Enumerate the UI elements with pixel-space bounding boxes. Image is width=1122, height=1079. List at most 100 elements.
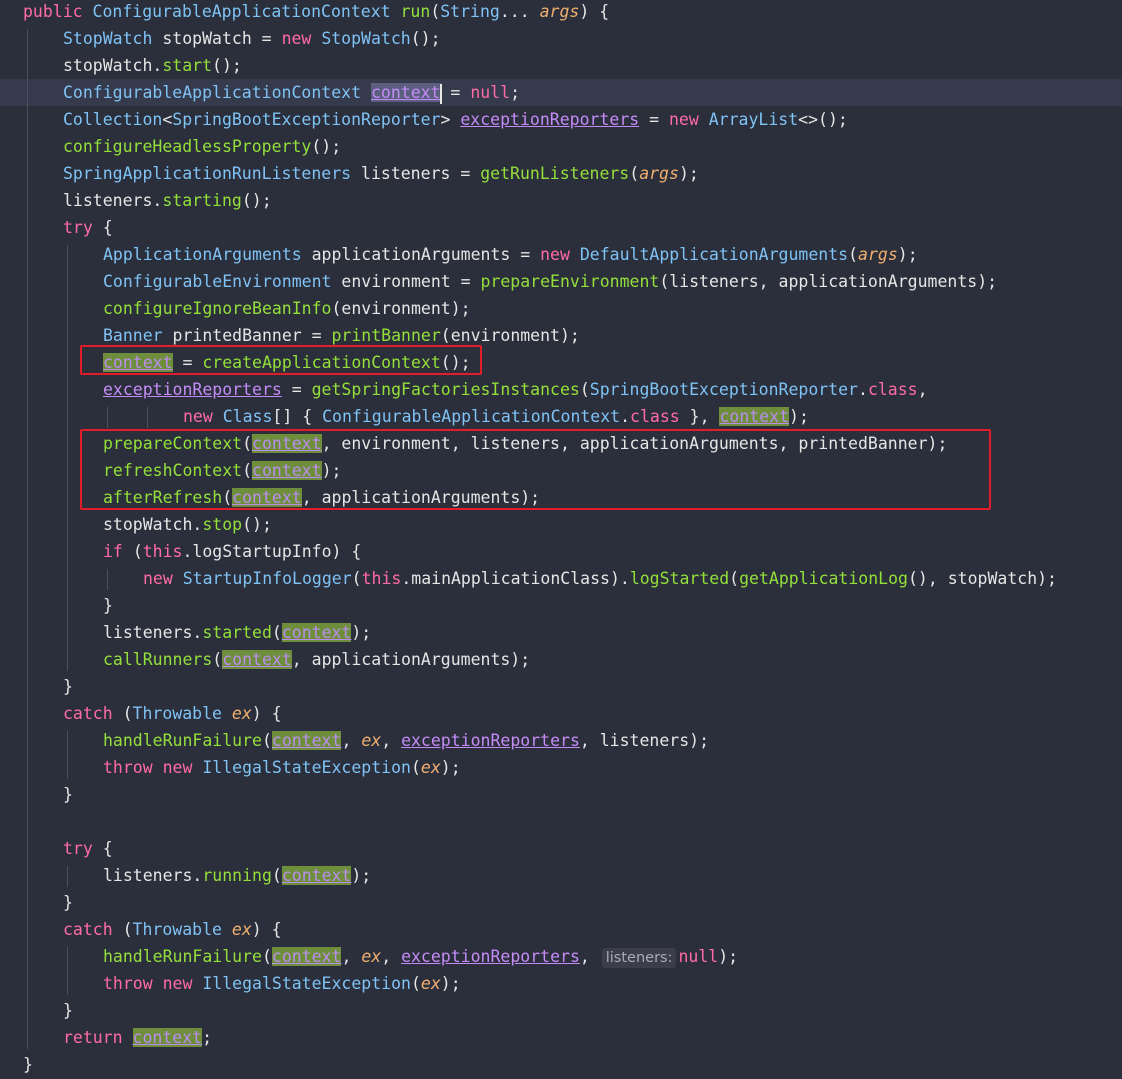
code-line-text: new StartupInfoLogger(this.mainApplicati… (143, 565, 1057, 592)
code-line[interactable]: ConfigurableApplicationContext context =… (0, 79, 1122, 106)
code-line[interactable]: } (0, 781, 1122, 808)
code-line-text: callRunners(context, applicationArgument… (103, 646, 530, 673)
code-line-text: new Class[] { ConfigurableApplicationCon… (183, 403, 809, 430)
code-token: catch (63, 704, 123, 723)
code-line-text: catch (Throwable ex) { (63, 916, 282, 943)
code-line[interactable]: exceptionReporters = getSpringFactoriesI… (0, 376, 1122, 403)
code-line[interactable]: public ConfigurableApplicationContext ru… (0, 0, 1122, 25)
code-token: ( (729, 569, 740, 588)
code-line-text: exceptionReporters = getSpringFactoriesI… (103, 376, 928, 403)
code-line[interactable]: ConfigurableEnvironment environment = pr… (0, 268, 1122, 295)
code-token: StartupInfoLogger (182, 569, 352, 588)
code-line[interactable]: } (0, 997, 1122, 1024)
code-line-text: Collection<SpringBootExceptionReporter> … (63, 106, 848, 133)
code-line[interactable]: handleRunFailure(context, ex, exceptionR… (0, 727, 1122, 754)
code-token: ( (212, 650, 223, 669)
code-token: configureIgnoreBeanInfo (103, 299, 332, 318)
code-line[interactable]: StopWatch stopWatch = new StopWatch(); (0, 25, 1122, 52)
code-token: ConfigurableApplicationContext (322, 407, 621, 426)
code-line[interactable]: } (0, 1051, 1122, 1078)
code-token: handleRunFailure (103, 731, 262, 750)
code-token: StopWatch (63, 29, 163, 48)
indent-guide (67, 731, 68, 779)
code-token: try (63, 839, 103, 858)
code-token: ) { (579, 2, 610, 21)
code-line[interactable]: new Class[] { ConfigurableApplicationCon… (0, 403, 1122, 430)
code-token: Throwable (132, 704, 232, 723)
code-token: new (281, 29, 322, 48)
code-line[interactable]: stopWatch.stop(); (0, 511, 1122, 538)
code-token: exceptionReporters (460, 110, 640, 129)
code-line[interactable]: listeners.running(context); (0, 862, 1122, 889)
code-token: ( (410, 758, 421, 777)
code-token: handleRunFailure (103, 947, 262, 966)
code-line[interactable]: Collection<SpringBootExceptionReporter> … (0, 106, 1122, 133)
code-token: prepareEnvironment (480, 272, 660, 291)
code-line-text: listeners.starting(); (63, 187, 272, 214)
code-line[interactable]: ApplicationArguments applicationArgument… (0, 241, 1122, 268)
indent-guide (67, 245, 68, 671)
code-line[interactable]: callRunners(context, applicationArgument… (0, 646, 1122, 673)
code-editor[interactable]: public ConfigurableApplicationContext ru… (0, 0, 1122, 1079)
code-token: ); (440, 758, 461, 777)
code-token: <>(); (798, 110, 848, 129)
code-line[interactable]: listeners.starting(); (0, 187, 1122, 214)
code-line[interactable]: stopWatch.start(); (0, 52, 1122, 79)
code-line[interactable]: try { (0, 214, 1122, 241)
code-line[interactable] (0, 808, 1122, 835)
code-token: stopWatch. (63, 56, 163, 75)
code-token: . (858, 380, 868, 399)
code-token: listeners = (361, 164, 481, 183)
code-token: listeners. (103, 866, 203, 885)
code-line[interactable]: if (this.logStartupInfo) { (0, 538, 1122, 565)
code-token: ) { (251, 920, 282, 939)
code-line[interactable]: throw new IllegalStateException(ex); (0, 970, 1122, 997)
code-line[interactable]: catch (Throwable ex) { (0, 700, 1122, 727)
code-token: ); (678, 164, 699, 183)
code-token: ConfigurableApplicationContext (63, 83, 371, 102)
code-token: [] { (272, 407, 323, 426)
code-token: exceptionReporters (103, 380, 282, 399)
code-line[interactable]: SpringApplicationRunListeners listeners … (0, 160, 1122, 187)
parameter-hint: listeners: (601, 948, 677, 968)
code-line[interactable]: new StartupInfoLogger(this.mainApplicati… (0, 565, 1122, 592)
code-token: { (102, 218, 113, 237)
code-line[interactable]: listeners.started(context); (0, 619, 1122, 646)
code-line[interactable]: configureIgnoreBeanInfo(environment); (0, 295, 1122, 322)
code-line-text: listeners.started(context); (103, 619, 371, 646)
code-line[interactable]: } (0, 673, 1122, 700)
code-token: (), stopWatch); (907, 569, 1057, 588)
code-line[interactable]: return context; (0, 1024, 1122, 1051)
code-line[interactable]: } (0, 592, 1122, 619)
code-line[interactable]: configureHeadlessProperty(); (0, 133, 1122, 160)
code-line[interactable]: try { (0, 835, 1122, 862)
code-token: ( (271, 623, 282, 642)
code-token: ; (202, 1028, 213, 1047)
code-line[interactable]: } (0, 889, 1122, 916)
code-token: (); (241, 191, 272, 210)
code-token: , (381, 947, 402, 966)
code-line-text: SpringApplicationRunListeners listeners … (63, 160, 699, 187)
code-token: ( (261, 731, 272, 750)
code-token: starting (162, 191, 242, 210)
annotation-box-create-context (80, 345, 482, 375)
code-line-text: ApplicationArguments applicationArgument… (103, 241, 918, 268)
code-line-text: } (103, 592, 113, 619)
code-line[interactable]: catch (Throwable ex) { (0, 916, 1122, 943)
code-line[interactable]: throw new IllegalStateException(ex); (0, 754, 1122, 781)
indent-guide (27, 29, 28, 1049)
code-token: ( (271, 866, 282, 885)
code-token: new (183, 407, 223, 426)
code-token: ( (261, 947, 272, 966)
code-token: stopWatch. (103, 515, 203, 534)
code-token: ConfigurableEnvironment (103, 272, 342, 291)
code-token: printedBanner = (172, 326, 332, 345)
code-token: . (620, 407, 631, 426)
code-token: IllegalStateException (202, 758, 411, 777)
code-token: (); (410, 29, 441, 48)
code-line[interactable]: handleRunFailure(context, ex, exceptionR… (0, 943, 1122, 970)
code-token: , (917, 380, 928, 399)
indent-guide (107, 569, 108, 590)
code-token: throw new (103, 758, 203, 777)
code-token: , applicationArguments); (291, 650, 531, 669)
